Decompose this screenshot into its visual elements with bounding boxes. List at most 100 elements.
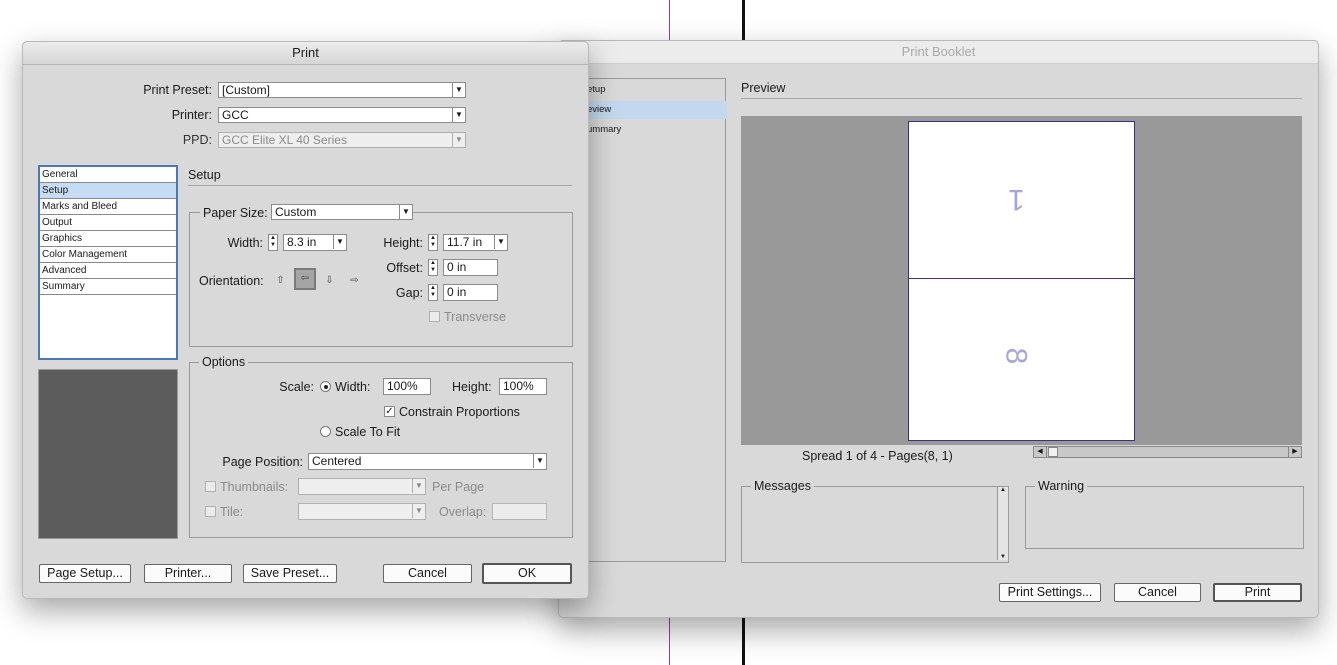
- tile-checkbox[interactable]: [205, 506, 216, 517]
- category-list[interactable]: General Setup Marks and Bleed Output Gra…: [38, 165, 178, 360]
- scale-width-field[interactable]: 100%: [383, 378, 431, 395]
- overlap-field: [492, 503, 547, 520]
- messages-title: Messages: [751, 479, 814, 493]
- constrain-proportions-label: Constrain Proportions: [399, 405, 520, 419]
- chevron-down-icon: ▼: [452, 83, 465, 97]
- category-marks-and-bleed[interactable]: Marks and Bleed: [40, 199, 176, 215]
- offset-stepper[interactable]: ▲ ▼: [428, 259, 438, 276]
- ppd-label: PPD:: [182, 133, 212, 147]
- chevron-down-icon: ▼: [494, 235, 507, 249]
- print-preset-dropdown[interactable]: [Custom] ▼: [218, 82, 466, 98]
- category-label: Advanced: [42, 265, 87, 276]
- chevron-down-icon: ▼: [412, 479, 425, 493]
- thumbnails-dropdown: ▼: [298, 478, 426, 495]
- page-number-top: 1: [1008, 183, 1025, 216]
- save-preset-button[interactable]: Save Preset...: [243, 564, 337, 583]
- print-preset-label: Print Preset:: [143, 83, 212, 97]
- page-position-label: Page Position:: [222, 455, 303, 469]
- booklet-nav-summary[interactable]: ummary: [587, 121, 727, 139]
- page-position-value: Centered: [312, 454, 362, 468]
- thumbnails-label: Thumbnails:: [220, 480, 289, 494]
- scroll-right-arrow[interactable]: ▶: [1288, 447, 1301, 457]
- booklet-nav-label: eview: [587, 104, 612, 115]
- preview-canvas: 1 8: [741, 116, 1302, 445]
- messages-scroll-up[interactable]: ▲: [998, 487, 1008, 493]
- category-general[interactable]: General: [40, 167, 176, 183]
- booklet-nav-label: ummary: [587, 124, 622, 135]
- landscape-orientation-icon[interactable]: ⇦: [294, 268, 316, 290]
- messages-scroll-down[interactable]: ▼: [998, 554, 1008, 560]
- booklet-nav-preview[interactable]: eview: [587, 101, 727, 119]
- orientation-label: Orientation:: [199, 274, 264, 288]
- messages-scrollbar[interactable]: ▲ ▼: [997, 487, 1008, 560]
- chevron-down-icon: ▼: [452, 108, 465, 122]
- chevron-down-icon: ▼: [452, 133, 465, 147]
- page-setup-button[interactable]: Page Setup...: [39, 564, 131, 583]
- gap-field[interactable]: 0 in: [443, 284, 498, 301]
- chevron-down-icon: ▼: [399, 205, 412, 219]
- thumbnails-checkbox[interactable]: [205, 481, 216, 492]
- transverse-checkbox[interactable]: [429, 311, 440, 322]
- ok-button[interactable]: OK: [482, 563, 572, 584]
- section-separator: [188, 185, 572, 186]
- scale-width-label: Width:: [335, 380, 371, 394]
- ppd-value: GCC Elite XL 40 Series: [222, 133, 347, 147]
- category-label: Color Management: [42, 249, 128, 260]
- spread-scrollbar[interactable]: ◀ ▶: [1033, 446, 1302, 458]
- scale-width-radio[interactable]: [320, 381, 331, 392]
- scroll-left-arrow[interactable]: ◀: [1034, 447, 1047, 457]
- reverse-landscape-orientation-icon[interactable]: ⇨: [347, 272, 362, 289]
- height-dropdown[interactable]: 11.7 in ▼: [443, 234, 508, 251]
- printer-button[interactable]: Printer...: [144, 564, 232, 583]
- height-label: Height:: [383, 236, 423, 250]
- paper-size-dropdown[interactable]: Custom ▼: [271, 204, 413, 220]
- preview-separator: [741, 98, 1302, 99]
- booklet-title: Print Booklet: [901, 44, 976, 59]
- chevron-down-icon: ▼: [333, 235, 346, 249]
- scroll-thumb[interactable]: [1048, 447, 1058, 457]
- scale-to-fit-radio[interactable]: [320, 426, 331, 437]
- reverse-portrait-orientation-icon[interactable]: ⇩: [322, 272, 337, 289]
- chevron-down-icon: ▼: [412, 504, 425, 518]
- transverse-label: Transverse: [444, 310, 507, 324]
- category-graphics[interactable]: Graphics: [40, 231, 176, 247]
- print-title-bar: Print: [23, 42, 588, 65]
- page-preview-thumbnail: [38, 369, 178, 539]
- scale-height-field[interactable]: 100%: [499, 378, 547, 395]
- booklet-nav-setup[interactable]: etup: [587, 81, 727, 99]
- category-label: Marks and Bleed: [42, 201, 118, 212]
- offset-field[interactable]: 0 in: [443, 259, 498, 276]
- booklet-cancel-button[interactable]: Cancel: [1114, 583, 1201, 602]
- preset-value: [Custom]: [222, 83, 271, 97]
- booklet-print-button[interactable]: Print: [1213, 583, 1302, 602]
- category-summary[interactable]: Summary: [40, 279, 176, 295]
- paper-size-label: Paper Size:: [200, 206, 271, 220]
- scale-height-label: Height:: [452, 380, 492, 394]
- print-booklet-window: Print Booklet etup eview ummary Preview …: [558, 40, 1319, 618]
- width-dropdown[interactable]: 8.3 in ▼: [283, 234, 347, 251]
- category-setup[interactable]: Setup: [40, 183, 176, 199]
- print-window: Print Print Preset: [Custom] ▼ Printer: G…: [22, 41, 589, 599]
- category-color-management[interactable]: Color Management: [40, 247, 176, 263]
- tile-label: Tile:: [220, 505, 244, 519]
- booklet-title-bar: Print Booklet: [559, 41, 1318, 64]
- category-label: General: [42, 169, 78, 180]
- constrain-proportions-checkbox[interactable]: ✓: [384, 406, 395, 417]
- category-advanced[interactable]: Advanced: [40, 263, 176, 279]
- cancel-button[interactable]: Cancel: [383, 564, 472, 583]
- print-settings-button[interactable]: Print Settings...: [999, 583, 1101, 602]
- paper-size-value: Custom: [275, 205, 317, 219]
- chevron-down-icon: ▼: [533, 454, 546, 468]
- category-label: Output: [42, 217, 73, 228]
- tile-dropdown: ▼: [298, 503, 426, 520]
- width-stepper[interactable]: ▲ ▼: [268, 234, 278, 251]
- height-stepper[interactable]: ▲ ▼: [428, 234, 438, 251]
- portrait-orientation-icon[interactable]: ⇧: [273, 272, 288, 289]
- gap-stepper[interactable]: ▲ ▼: [428, 284, 438, 301]
- page-position-dropdown[interactable]: Centered ▼: [308, 453, 547, 470]
- category-output[interactable]: Output: [40, 215, 176, 231]
- scale-to-fit-label: Scale To Fit: [335, 425, 401, 439]
- printer-dropdown[interactable]: GCC ▼: [218, 107, 466, 123]
- options-title: Options: [199, 355, 249, 369]
- booklet-nav-label: etup: [587, 84, 606, 95]
